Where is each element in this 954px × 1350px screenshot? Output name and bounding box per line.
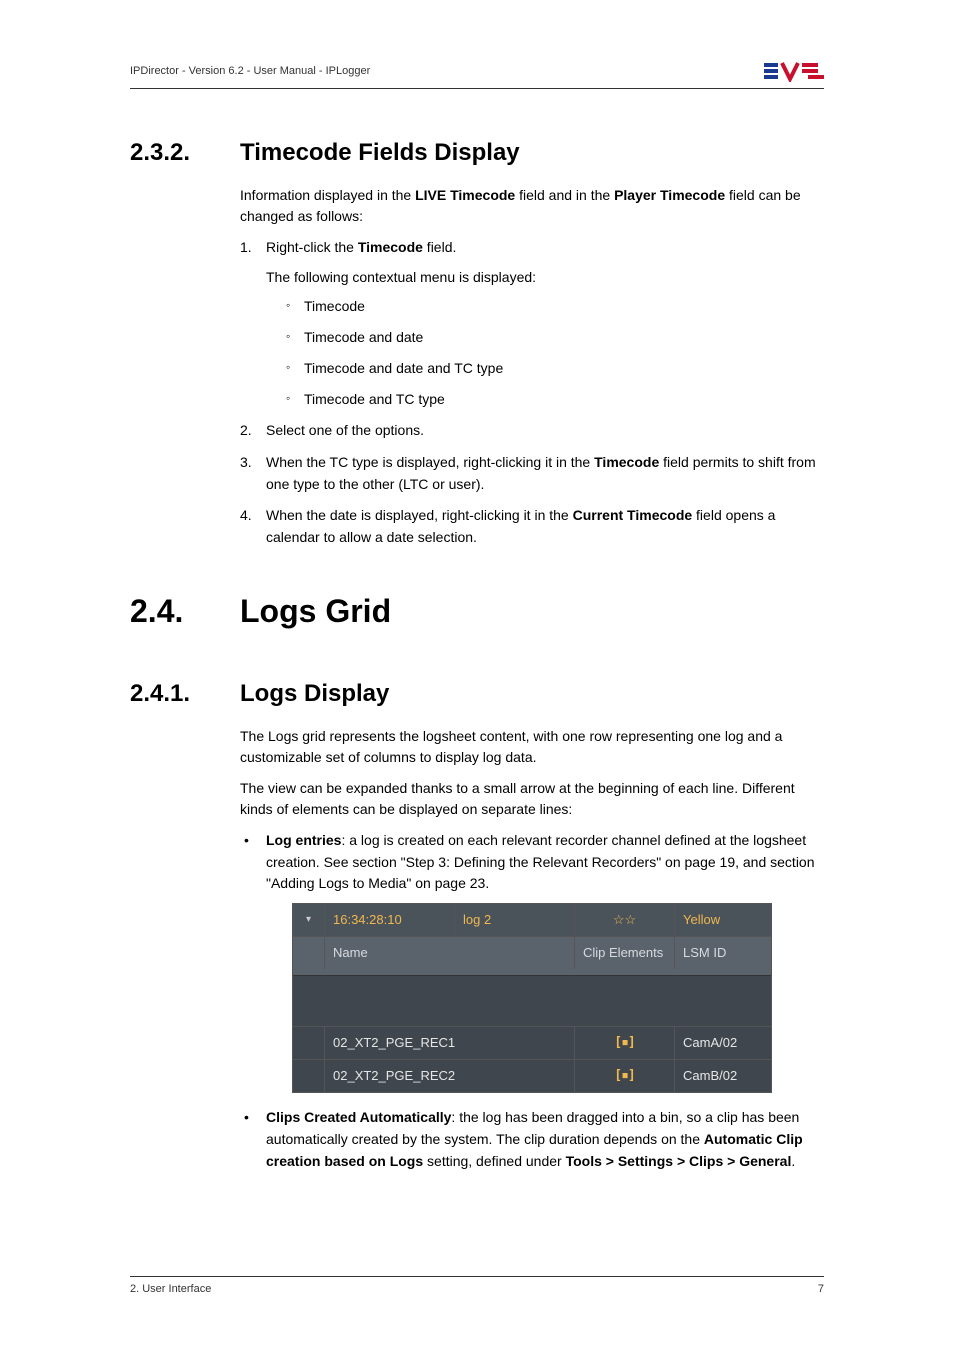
page: IPDirector - Version 6.2 - User Manual -… xyxy=(0,0,954,1350)
menu-option: Timecode and date and TC type xyxy=(286,358,824,379)
bullet-item: Log entries: a log is created on each re… xyxy=(240,830,824,1094)
menu-option: Timecode and TC type xyxy=(286,389,824,410)
step-subtext: The following contextual menu is display… xyxy=(266,267,824,289)
paragraph: The Logs grid represents the logsheet co… xyxy=(240,726,824,768)
footer-section: 2. User Interface xyxy=(130,1283,211,1295)
bullet-item: Clips Created Automatically: the log has… xyxy=(240,1107,824,1172)
evs-logo xyxy=(764,60,824,82)
table-row: 02_XT2_PGE_REC2 [▪] CamB/02 xyxy=(293,1059,771,1092)
section-2-3-2-heading: 2.3.2. Timecode Fields Display xyxy=(130,139,824,167)
section-title: Logs Grid xyxy=(240,593,391,630)
log-cell: log 2 xyxy=(455,904,575,936)
column-header: Name xyxy=(325,937,575,969)
table-row: ▾ 16:34:28:10 log 2 ☆☆ Yellow xyxy=(293,904,771,936)
text: Right-click the xyxy=(266,239,358,255)
section-2-4-1-body: The Logs grid represents the logsheet co… xyxy=(240,726,824,1173)
name-cell: 02_XT2_PGE_REC1 xyxy=(325,1027,575,1059)
section-number: 2.4.1. xyxy=(130,680,240,708)
menu-option: Timecode and date xyxy=(286,327,824,348)
page-footer: 2. User Interface 7 xyxy=(130,1276,824,1295)
section-number: 2.4. xyxy=(130,593,240,630)
lsm-cell: CamB/02 xyxy=(675,1060,771,1092)
steps-list: Right-click the Timecode field. The foll… xyxy=(240,237,824,549)
logs-grid-table: ▾ 16:34:28:10 log 2 ☆☆ Yellow Name Clip … xyxy=(292,903,772,1094)
table-row: 02_XT2_PGE_REC1 [▪] CamA/02 xyxy=(293,1026,771,1059)
bold-text: Clips Created Automatically xyxy=(266,1109,451,1125)
bold-text: Tools > Settings > Clips > General xyxy=(566,1153,792,1169)
section-title: Logs Display xyxy=(240,680,389,708)
header-spacer xyxy=(293,937,325,969)
section-number: 2.3.2. xyxy=(130,139,240,167)
section-2-4-1-heading: 2.4.1. Logs Display xyxy=(130,680,824,708)
text: setting, defined under xyxy=(423,1153,565,1169)
intro-paragraph: Information displayed in the LIVE Timeco… xyxy=(240,185,824,227)
page-header: IPDirector - Version 6.2 - User Manual -… xyxy=(130,60,824,89)
step-item: When the TC type is displayed, right-cli… xyxy=(240,452,824,495)
clip-icon: [▪] xyxy=(575,1027,675,1059)
column-header: LSM ID xyxy=(675,937,771,969)
menu-option: Timecode xyxy=(286,296,824,317)
section-2-4-heading: 2.4. Logs Grid xyxy=(130,593,824,630)
step-item: Select one of the options. xyxy=(240,420,824,442)
text: . xyxy=(791,1153,795,1169)
bold-text: Log entries xyxy=(266,832,341,848)
lsm-cell: CamA/02 xyxy=(675,1027,771,1059)
text: Information displayed in the xyxy=(240,187,415,203)
bold-text: Player Timecode xyxy=(614,187,725,203)
paragraph: The view can be expanded thanks to a sma… xyxy=(240,778,824,820)
bold-text: Current Timecode xyxy=(573,507,693,523)
text: : a log is created on each relevant reco… xyxy=(266,832,815,891)
step-item: Right-click the Timecode field. The foll… xyxy=(240,237,824,410)
text: field. xyxy=(423,239,456,255)
bullet-list: Log entries: a log is created on each re… xyxy=(240,830,824,1173)
row-spacer xyxy=(293,1027,325,1059)
column-header: Clip Elements xyxy=(575,937,675,969)
footer-page-number: 7 xyxy=(818,1283,824,1295)
text: field and in the xyxy=(515,187,614,203)
bold-text: LIVE Timecode xyxy=(415,187,515,203)
row-spacer xyxy=(293,1060,325,1092)
table-header-row: Name Clip Elements LSM ID xyxy=(293,936,771,976)
clip-icon: [▪] xyxy=(575,1060,675,1092)
text: When the date is displayed, right-clicki… xyxy=(266,507,573,523)
name-cell: 02_XT2_PGE_REC2 xyxy=(325,1060,575,1092)
bold-text: Timecode xyxy=(358,239,423,255)
timecode-cell: 16:34:28:10 xyxy=(325,904,455,936)
context-menu-list: Timecode Timecode and date Timecode and … xyxy=(266,296,824,410)
header-breadcrumb: IPDirector - Version 6.2 - User Manual -… xyxy=(130,65,370,77)
step-item: When the date is displayed, right-clicki… xyxy=(240,505,824,548)
text: When the TC type is displayed, right-cli… xyxy=(266,454,594,470)
section-2-3-2-body: Information displayed in the LIVE Timeco… xyxy=(240,185,824,549)
collapse-icon[interactable]: ▾ xyxy=(293,904,325,936)
section-title: Timecode Fields Display xyxy=(240,139,520,167)
bold-text: Timecode xyxy=(594,454,659,470)
rating-cell: ☆☆ xyxy=(575,904,675,936)
color-cell: Yellow xyxy=(675,904,771,936)
